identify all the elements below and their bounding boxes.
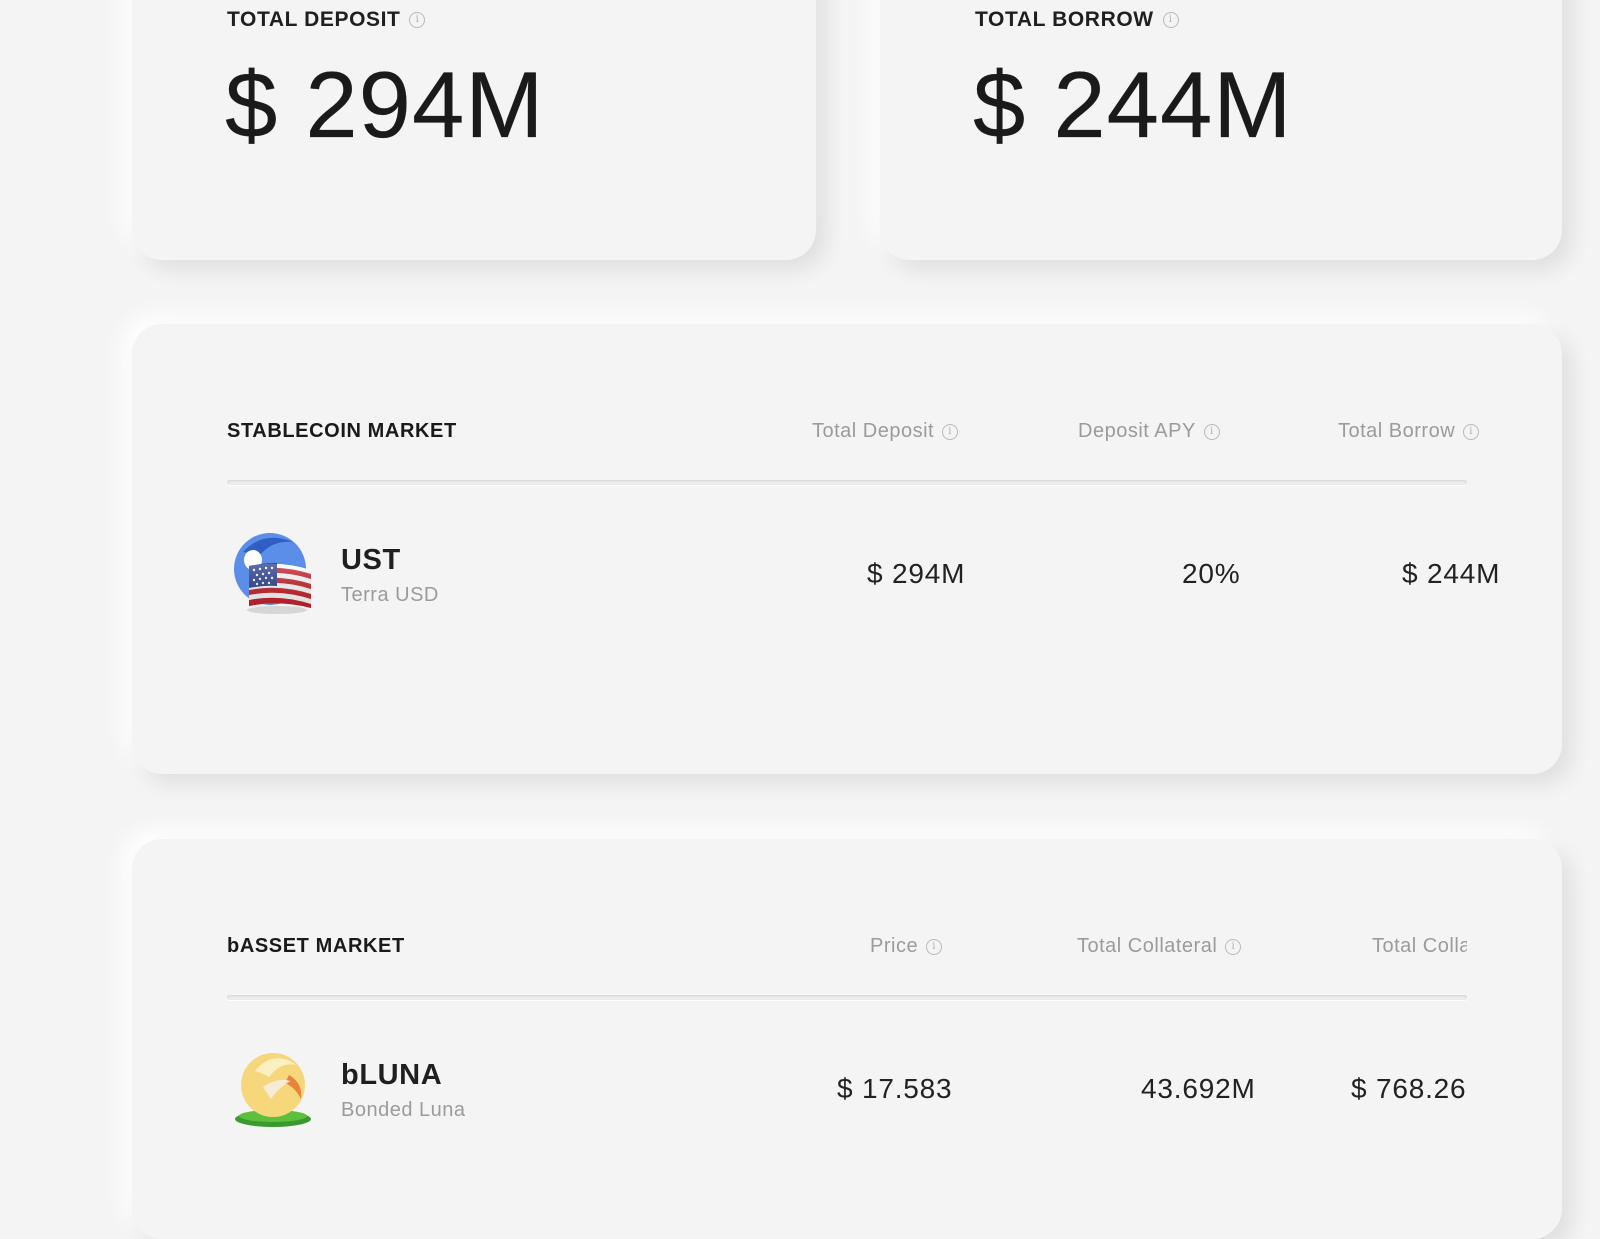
table-divider <box>227 480 1467 485</box>
info-icon[interactable]: i <box>926 938 943 955</box>
stablecoin-market-title: STABLECOIN MARKET <box>227 420 457 442</box>
column-header-total-collateral: Total Collateral i <box>1077 935 1242 958</box>
asset-symbol: UST <box>341 544 401 576</box>
total-deposit-label: TOTAL DEPOSIT i <box>227 8 426 32</box>
column-header-total-deposit: Total Deposit i <box>812 420 959 443</box>
asset-symbol: bLUNA <box>341 1059 443 1091</box>
info-icon[interactable]: i <box>1162 12 1179 28</box>
cell-total-borrow: $ 244M <box>1402 558 1501 589</box>
table-row[interactable]: UST Terra USD $ 294M 20% $ 244M <box>227 532 1499 616</box>
column-header-clip: Total Collateral Value <box>1227 931 1467 967</box>
asset-name: Bonded Luna <box>341 1099 466 1121</box>
column-header-text: Total Deposit <box>812 420 935 442</box>
basset-table-header: bASSET MARKET Price i Total Collateral i… <box>227 931 1467 967</box>
total-borrow-value: $ 244M <box>973 52 1293 157</box>
column-header-total-collateral-value: Total Collateral Value <box>1372 935 1467 958</box>
basset-market-title: bASSET MARKET <box>227 935 405 957</box>
cell-price: $ 17.583 <box>837 1073 953 1104</box>
column-header-price: Price i <box>870 935 943 958</box>
column-header-text: Total Collateral <box>1077 935 1218 957</box>
total-deposit-card: TOTAL DEPOSIT i $ 294M <box>132 0 816 260</box>
total-deposit-label-text: TOTAL DEPOSIT <box>227 8 401 31</box>
total-borrow-card: TOTAL BORROW i $ 244M <box>880 0 1562 260</box>
cell-total-collateral-value: $ 768.26 <box>1351 1073 1467 1104</box>
info-icon[interactable]: i <box>1203 423 1220 440</box>
basset-market-card: bASSET MARKET Price i Total Collateral i… <box>132 839 1562 1239</box>
cell-clip: $ 768.26 <box>1227 1047 1467 1131</box>
ust-icon <box>234 533 311 614</box>
column-header-total-borrow: Total Borrow i <box>1338 420 1480 443</box>
cell-deposit-apy: 20% <box>1182 558 1241 589</box>
info-icon[interactable]: i <box>1463 423 1480 440</box>
info-icon[interactable]: i <box>409 12 426 28</box>
column-header-text: Total Collateral Value <box>1372 935 1467 957</box>
info-icon[interactable]: i <box>942 423 959 440</box>
column-header-text: Price <box>870 935 919 957</box>
cell-total-deposit: $ 294M <box>867 558 966 589</box>
column-header-text: Total Borrow <box>1338 420 1456 442</box>
asset-name: Terra USD <box>341 584 439 606</box>
total-borrow-label-text: TOTAL BORROW <box>975 8 1154 31</box>
stablecoin-market-card: STABLECOIN MARKET Total Deposit i Deposi… <box>132 324 1562 774</box>
stablecoin-table-header: STABLECOIN MARKET Total Deposit i Deposi… <box>227 416 1480 452</box>
table-row[interactable]: bLUNA Bonded Luna $ 17.583 43.692M $ 768… <box>227 1047 1467 1131</box>
column-header-text: Deposit APY <box>1078 420 1196 442</box>
column-header-deposit-apy: Deposit APY i <box>1078 420 1220 443</box>
table-divider <box>227 995 1467 1000</box>
bluna-icon <box>235 1053 311 1127</box>
total-borrow-label: TOTAL BORROW i <box>975 8 1179 32</box>
total-deposit-value: $ 294M <box>225 52 545 157</box>
